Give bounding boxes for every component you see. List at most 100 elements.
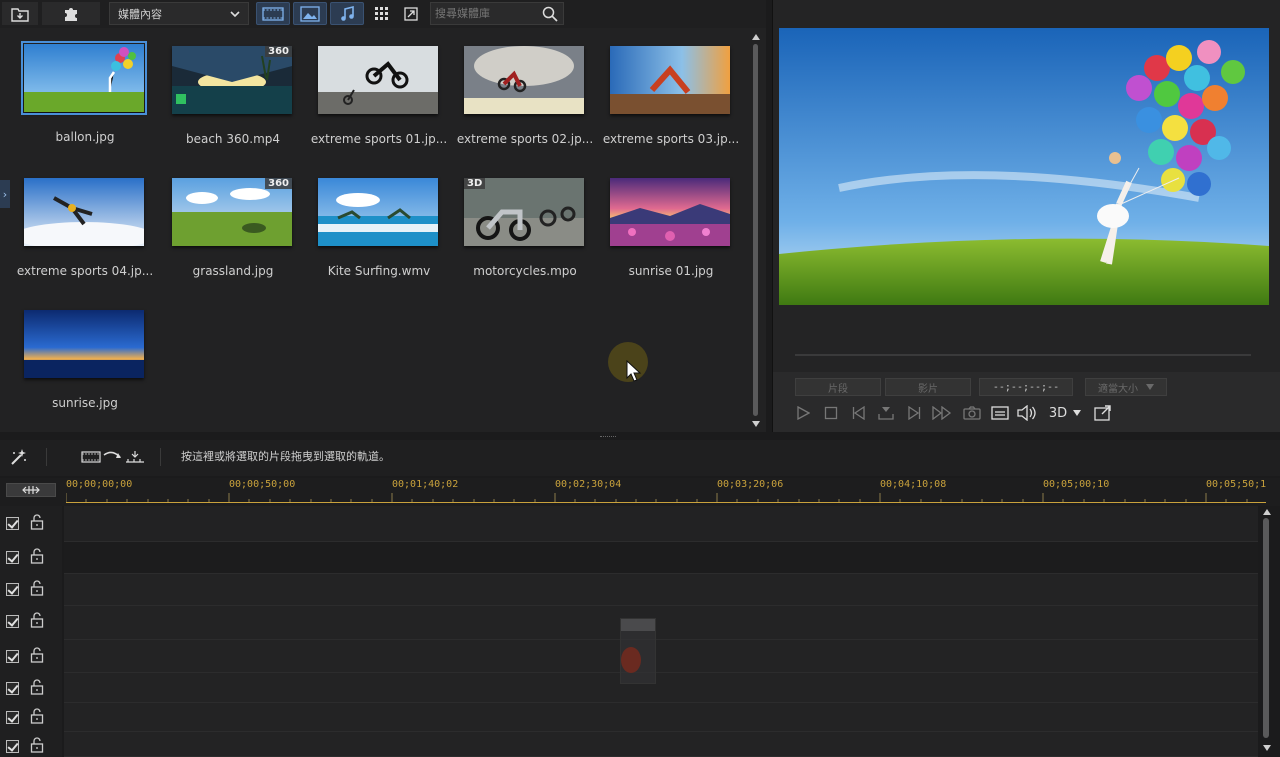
audio-track-1[interactable]	[64, 542, 1258, 574]
splitter-grip[interactable]	[600, 436, 616, 438]
plugins-button[interactable]	[42, 2, 100, 25]
toolbar-divider	[160, 448, 161, 466]
audio-track-4[interactable]	[64, 732, 1258, 757]
stop-icon	[824, 406, 838, 420]
insert-clip-icon[interactable]	[80, 449, 146, 465]
fast-forward-button[interactable]	[931, 404, 953, 422]
scroll-up-icon[interactable]	[751, 33, 761, 41]
magic-tools-icon[interactable]	[10, 448, 28, 466]
scroll-down-icon[interactable]	[1262, 744, 1272, 752]
zoom-size-dropdown[interactable]: 適當大小	[1085, 378, 1167, 396]
ruler-tick-label: 00;05;50;1	[1206, 479, 1267, 490]
media-item-name: motorcycles.mpo	[473, 264, 577, 278]
thumbnail-sunrise	[24, 310, 144, 378]
unlock-icon[interactable]	[30, 647, 44, 663]
unlock-icon[interactable]	[30, 737, 44, 753]
snapshot-button[interactable]	[961, 404, 983, 422]
unlock-icon[interactable]	[30, 580, 44, 596]
movie-mode-button[interactable]: 影片	[885, 378, 971, 396]
library-scroll-thumb[interactable]	[753, 44, 758, 416]
track-header	[0, 703, 62, 731]
filter-video-button[interactable]	[256, 2, 290, 25]
unlock-icon[interactable]	[30, 708, 44, 724]
video-filter-icon	[262, 6, 284, 21]
video-track-4[interactable]	[64, 703, 1258, 732]
media-item-name: Kite Surfing.wmv	[327, 264, 431, 278]
thumbnail-kite-surfing	[318, 178, 438, 246]
unlock-icon[interactable]	[30, 612, 44, 628]
video-track-2[interactable]	[64, 574, 1258, 606]
ruler-tick-label: 00;03;20;06	[717, 479, 784, 490]
filter-image-button[interactable]	[293, 2, 327, 25]
previous-frame-button[interactable]	[849, 404, 869, 422]
track-header	[0, 732, 62, 757]
undock-preview-button[interactable]	[1091, 404, 1115, 422]
media-item-name: sunrise.jpg	[52, 396, 118, 410]
volume-button[interactable]	[1016, 404, 1038, 422]
clip-mode-button[interactable]: 片段	[795, 378, 881, 396]
toolbar-divider	[46, 448, 47, 466]
timeline-scroll-thumb[interactable]	[1263, 518, 1269, 738]
track-enable-checkbox[interactable]	[6, 740, 19, 753]
media-item-name: sunrise 01.jpg	[628, 264, 714, 278]
3d-mode-button[interactable]: 3D	[1045, 404, 1085, 422]
unlock-icon[interactable]	[30, 548, 44, 564]
video-track-1[interactable]	[64, 506, 1258, 542]
track-enable-checkbox[interactable]	[6, 615, 19, 628]
unlock-icon[interactable]	[30, 679, 44, 695]
grid-view-button[interactable]	[370, 2, 394, 25]
ghost-clip-thumb	[621, 647, 641, 673]
media-search-box[interactable]	[430, 2, 564, 25]
import-folder-icon	[11, 7, 29, 22]
timeline-ruler[interactable]: 00;00;00;00 00;00;50;00 00;01;40;02 00;0…	[0, 478, 1280, 506]
timeline-tracks	[0, 506, 1280, 757]
track-enable-checkbox[interactable]	[6, 517, 19, 530]
play-button[interactable]	[793, 404, 813, 422]
media-item-name: extreme sports 03.jp...	[602, 132, 740, 146]
track-headers	[0, 506, 62, 757]
ghost-clip-header	[621, 619, 655, 631]
ruler-tick-label: 00;01;40;02	[392, 479, 459, 490]
import-media-button[interactable]	[2, 2, 38, 25]
unlock-icon[interactable]	[30, 514, 44, 530]
audio-track-3[interactable]	[64, 673, 1258, 703]
media-room-dropdown[interactable]: 媒體內容	[109, 2, 249, 25]
track-enable-checkbox[interactable]	[6, 551, 19, 564]
track-enable-checkbox[interactable]	[6, 711, 19, 724]
expand-library-button[interactable]	[399, 2, 423, 25]
scroll-up-icon[interactable]	[1262, 508, 1272, 516]
library-scrollbar[interactable]	[749, 30, 763, 430]
play-icon	[797, 406, 810, 420]
next-frame-button[interactable]	[904, 404, 924, 422]
chevron-down-icon	[1073, 410, 1082, 416]
timecode-display[interactable]: --;--;--;--	[979, 378, 1073, 396]
panel-splitter[interactable]	[0, 432, 1280, 440]
subtitle-button[interactable]	[989, 404, 1011, 422]
split-clip-button[interactable]	[876, 404, 896, 422]
thumbnail-extreme-sports-03	[610, 46, 730, 114]
track-enable-checkbox[interactable]	[6, 650, 19, 663]
volume-icon	[1017, 405, 1036, 421]
track-enable-checkbox[interactable]	[6, 583, 19, 596]
collapse-panel-button[interactable]: ›	[0, 180, 10, 208]
video-track-3[interactable]	[64, 640, 1258, 673]
track-area[interactable]	[64, 506, 1258, 757]
track-enable-checkbox[interactable]	[6, 682, 19, 695]
thumbnail-extreme-sports-01	[318, 46, 438, 114]
search-icon[interactable]	[542, 6, 558, 22]
cursor-arrow-icon	[626, 360, 642, 382]
stop-button[interactable]	[821, 404, 841, 422]
fit-timeline-button[interactable]	[6, 483, 56, 497]
grid-view-icon	[375, 6, 388, 20]
track-header	[0, 607, 62, 635]
image-filter-icon	[300, 5, 320, 22]
filter-audio-button[interactable]	[330, 2, 364, 25]
audio-track-2[interactable]	[64, 606, 1258, 640]
preview-controls: 片段 影片 --;--;--;-- 適當大小 3D	[773, 372, 1280, 432]
timeline-hint-text: 按這裡或將選取的片段拖曳到選取的軌道。	[181, 450, 390, 463]
scroll-down-icon[interactable]	[751, 420, 761, 428]
chevron-down-icon	[230, 11, 240, 18]
timeline-scrollbar[interactable]	[1260, 506, 1274, 757]
subtitle-icon	[991, 406, 1009, 420]
preview-scrub-bar[interactable]	[795, 354, 1251, 356]
